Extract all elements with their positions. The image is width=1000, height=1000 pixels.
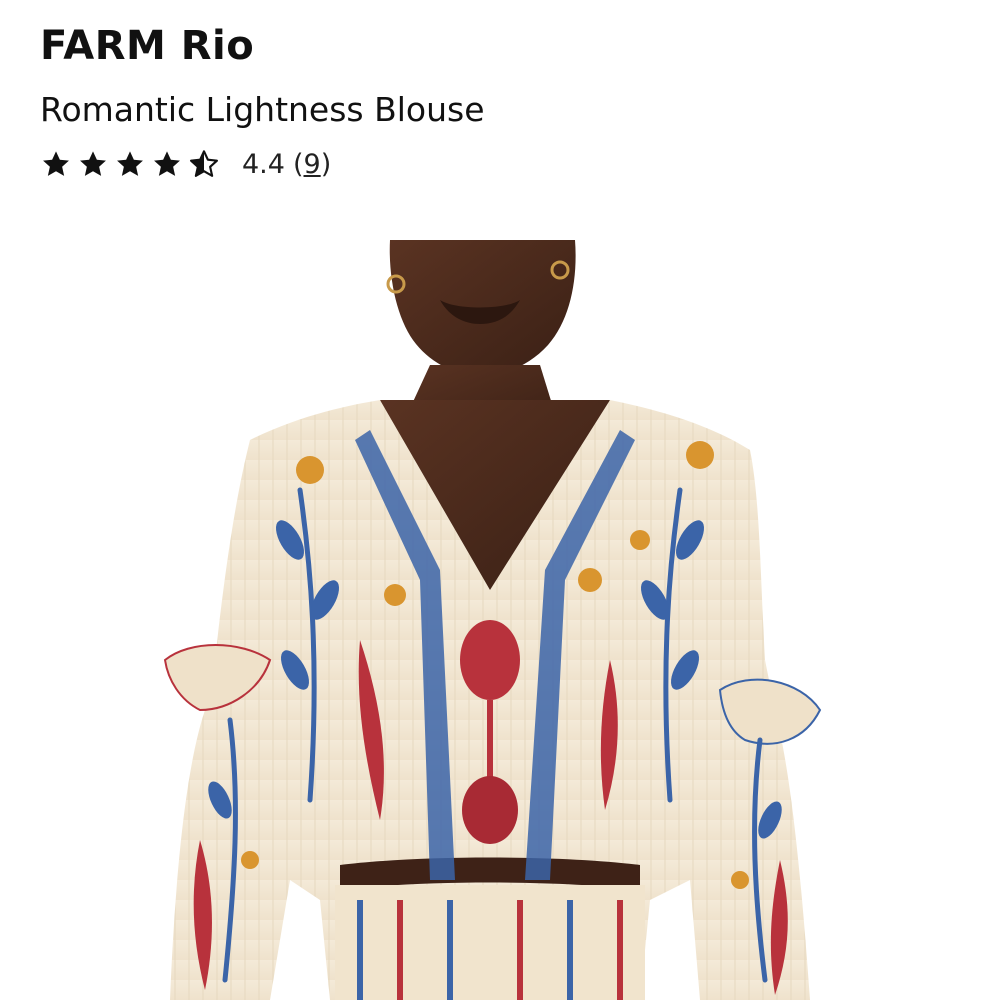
brand-name[interactable]: FARM Rio: [40, 18, 960, 74]
product-image[interactable]: [0, 240, 1000, 1000]
star-icon: [80, 151, 106, 176]
star-icon: [43, 151, 69, 176]
close-paren: ): [320, 148, 332, 180]
star-half-icon: [190, 150, 218, 177]
rating-row: 4.4 (9): [40, 144, 960, 184]
star-icon: [154, 151, 180, 176]
product-title: Romantic Lightness Blouse: [40, 90, 485, 129]
review-count[interactable]: 9: [304, 149, 321, 180]
product-header: FARM Rio Romantic Lightness Blouse 4.4 (…: [40, 18, 960, 184]
product-photo: [163, 240, 822, 1000]
star-icon: [117, 151, 143, 176]
open-paren: (: [292, 148, 304, 180]
review-count-link[interactable]: (9): [293, 149, 331, 180]
rating-value: 4.4: [242, 148, 285, 180]
star-rating[interactable]: [40, 148, 220, 180]
